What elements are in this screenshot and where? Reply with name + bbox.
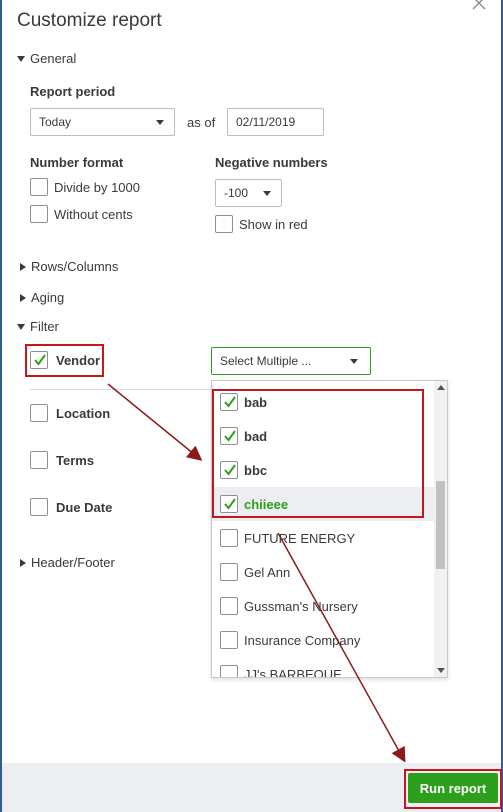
show-in-red-option[interactable]: Show in red [215,215,308,233]
filter-divider [30,389,211,390]
caret-right-icon [20,262,26,271]
section-general-label: General [30,51,77,66]
due-date-label: Due Date [56,500,113,515]
vendor-option-label: Gussman's Nursery [244,598,358,614]
vendor-option-checkbox[interactable] [220,665,238,677]
divide-by-1000-option[interactable]: Divide by 1000 [30,178,140,196]
divide-by-1000-checkbox[interactable] [30,178,48,196]
vendor-option-label: Insurance Company [244,632,361,648]
caret-right-icon [20,293,26,302]
vendor-option-insurance-company[interactable]: Insurance Company [212,623,436,657]
vendor-option-checkbox[interactable] [220,631,238,649]
dropdown-scrollbar[interactable] [434,381,447,677]
report-period-value: Today [39,115,72,129]
negative-numbers-select[interactable]: -100 [215,179,282,207]
section-aging-label: Aging [31,290,65,305]
section-header-footer-toggle[interactable]: Header/Footer [20,555,115,570]
location-label: Location [56,406,111,421]
chevron-down-icon [350,359,358,364]
vendor-option-checkbox[interactable] [220,597,238,615]
chevron-down-icon [263,191,271,196]
terms-checkbox[interactable] [30,451,48,469]
caret-right-icon [20,558,26,567]
caret-down-icon [17,55,25,62]
negative-numbers-label: Negative numbers [215,155,328,170]
negative-numbers-value: -100 [224,186,249,200]
as-of-date-input[interactable]: 02/11/2019 [227,108,324,136]
vendor-select-placeholder: Select Multiple ... [220,354,312,368]
annotation-box-vendor [25,344,104,377]
vendor-multi-select[interactable]: Select Multiple ... [211,347,371,375]
section-filter-label: Filter [30,319,59,334]
without-cents-option[interactable]: Without cents [30,205,133,223]
report-period-label: Report period [30,84,116,99]
location-checkbox[interactable] [30,404,48,422]
caret-down-icon [17,323,25,330]
vendor-option-label: JJ's BARBEQUE [244,666,342,678]
scroll-up-icon[interactable] [437,385,445,390]
vendor-option-label: FUTURE ENERGY [244,530,356,546]
as-of-label: as of [187,115,216,130]
section-aging-toggle[interactable]: Aging [20,290,64,305]
vendor-option-gussmans-nursery[interactable]: Gussman's Nursery [212,589,436,623]
section-rows-columns-label: Rows/Columns [31,259,119,274]
section-rows-columns-toggle[interactable]: Rows/Columns [20,259,118,274]
run-report-button[interactable]: Run report [408,773,498,803]
due-date-checkbox[interactable] [30,498,48,516]
annotation-box-selected-vendors [212,389,424,518]
vendor-option-checkbox[interactable] [220,563,238,581]
chevron-down-icon [156,120,164,125]
without-cents-checkbox[interactable] [30,205,48,223]
section-header-footer-label: Header/Footer [31,555,115,570]
scroll-thumb[interactable] [436,481,445,569]
scroll-down-icon[interactable] [437,668,445,673]
number-format-label: Number format [30,155,124,170]
section-filter-toggle[interactable]: Filter [17,319,59,334]
without-cents-label: Without cents [54,206,133,222]
vendor-option-future-energy[interactable]: FUTURE ENERGY [212,521,436,555]
vendor-option-gel-ann[interactable]: Gel Ann [212,555,436,589]
close-icon[interactable] [470,0,488,12]
report-period-select[interactable]: Today [30,108,175,136]
as-of-date-value: 02/11/2019 [236,115,296,129]
vendor-option-label: Gel Ann [244,564,291,580]
show-in-red-checkbox[interactable] [215,215,233,233]
show-in-red-label: Show in red [239,216,308,232]
dialog-title: Customize report [17,10,162,31]
terms-label: Terms [56,453,95,468]
vendor-option-jjs-barbeque[interactable]: JJ's BARBEQUE [212,657,436,678]
divide-by-1000-label: Divide by 1000 [54,179,140,195]
section-general-toggle[interactable]: General [17,51,76,66]
vendor-option-checkbox[interactable] [220,529,238,547]
